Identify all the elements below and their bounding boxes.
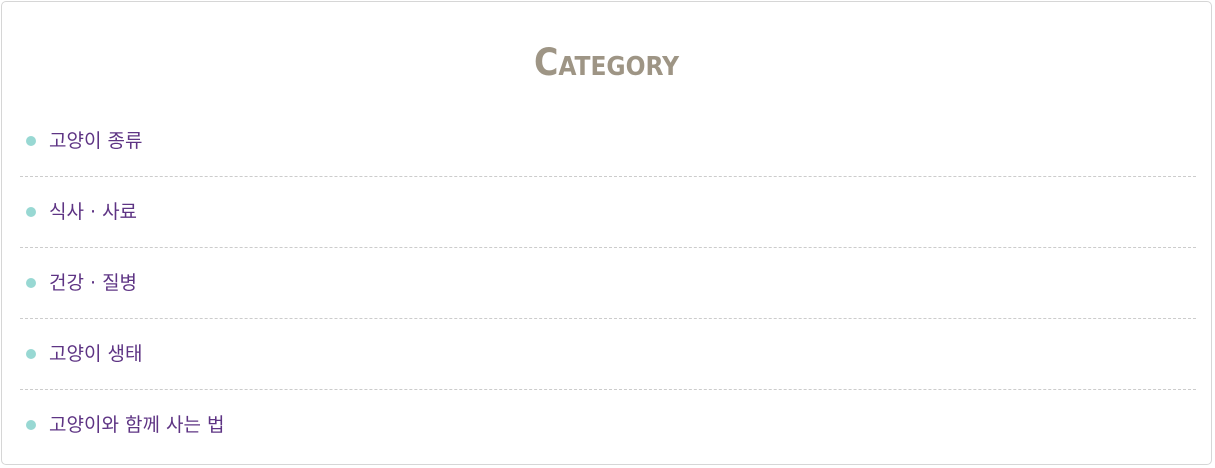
category-item-ecology[interactable]: 고양이 생태 — [20, 319, 1196, 390]
category-label[interactable]: 고양이 생태 — [49, 342, 142, 366]
bullet-dot-icon — [26, 420, 36, 430]
category-widget: Category 고양이 종류 식사 · 사료 건강 · 질병 고양이 생태 고… — [1, 1, 1212, 465]
bullet-dot-icon — [26, 349, 36, 359]
bullet-dot-icon — [26, 278, 36, 288]
widget-title: Category — [533, 41, 680, 84]
category-label[interactable]: 고양이 종류 — [49, 129, 142, 153]
category-label[interactable]: 건강 · 질병 — [49, 271, 137, 295]
category-item-food[interactable]: 식사 · 사료 — [20, 177, 1196, 248]
bullet-dot-icon — [26, 136, 36, 146]
category-item-living-with-cats[interactable]: 고양이와 함께 사는 법 — [20, 390, 1196, 460]
category-item-cat-breeds[interactable]: 고양이 종류 — [20, 106, 1196, 177]
category-list: 고양이 종류 식사 · 사료 건강 · 질병 고양이 생태 고양이와 함께 사는… — [20, 106, 1196, 460]
bullet-dot-icon — [26, 207, 36, 217]
category-label[interactable]: 고양이와 함께 사는 법 — [49, 413, 224, 437]
category-label[interactable]: 식사 · 사료 — [49, 200, 137, 224]
category-item-health[interactable]: 건강 · 질병 — [20, 248, 1196, 319]
